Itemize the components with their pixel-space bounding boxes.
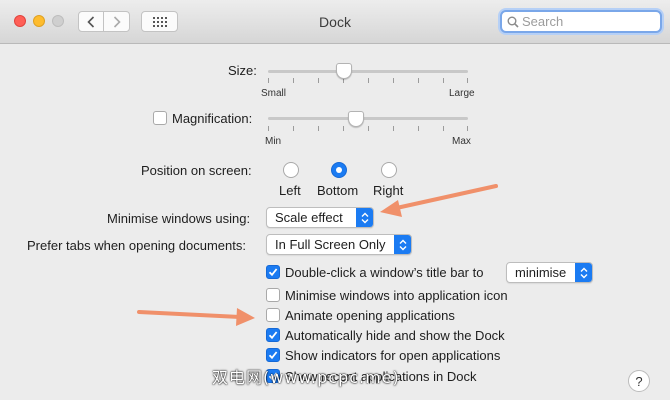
- search-input[interactable]: [522, 14, 652, 29]
- size-slider-track[interactable]: [268, 70, 468, 73]
- animate-opening-apps-label: Animate opening applications: [285, 308, 455, 323]
- position-right-radio[interactable]: [381, 162, 397, 178]
- minimise-into-app-icon-checkbox[interactable]: [266, 288, 280, 302]
- annotation-arrow-icon: [380, 184, 498, 217]
- search-icon: [507, 16, 519, 28]
- popup-arrows-icon: [356, 208, 373, 227]
- size-slider-ticks: [268, 78, 468, 83]
- minimise-using-label: Minimise windows using:: [107, 211, 251, 226]
- magnification-slider-track[interactable]: [268, 117, 468, 120]
- checkmark-icon: [268, 331, 278, 340]
- magnification-slider-thumb[interactable]: [348, 111, 364, 127]
- double-click-title-bar-checkbox[interactable]: [266, 265, 280, 279]
- prefer-tabs-popup[interactable]: In Full Screen Only: [266, 234, 412, 255]
- size-label: Size:: [228, 63, 257, 78]
- position-left-radio[interactable]: [283, 162, 299, 178]
- show-indicators-checkbox[interactable]: [266, 348, 280, 362]
- double-click-title-bar-label: Double-click a window’s title bar to: [285, 265, 484, 280]
- popup-arrows-icon: [575, 263, 592, 282]
- size-max-label: Large: [449, 88, 475, 99]
- prefer-tabs-value: In Full Screen Only: [275, 237, 386, 252]
- checkmark-icon: [268, 268, 278, 277]
- annotation-arrow-icon: [137, 308, 255, 326]
- show-indicators-label: Show indicators for open applications: [285, 348, 501, 363]
- magnification-max-label: Max: [452, 136, 471, 147]
- double-click-action-popup[interactable]: minimise: [506, 262, 593, 283]
- minimise-into-app-icon-label: Minimise windows into application icon: [285, 288, 508, 303]
- magnification-slider-ticks: [268, 126, 468, 131]
- size-slider-thumb[interactable]: [336, 63, 352, 79]
- search-field[interactable]: [500, 10, 662, 33]
- position-bottom-label: Bottom: [317, 183, 359, 198]
- checkmark-icon: [268, 351, 278, 360]
- animate-opening-apps-checkbox[interactable]: [266, 308, 280, 322]
- magnification-label: Magnification:: [172, 111, 253, 126]
- position-label: Position on screen:: [141, 163, 252, 178]
- prefer-tabs-label: Prefer tabs when opening documents:: [27, 238, 246, 253]
- help-button[interactable]: ?: [628, 370, 650, 392]
- minimise-effect-popup[interactable]: Scale effect: [266, 207, 374, 228]
- magnification-min-label: Min: [265, 136, 282, 147]
- title-bar: Dock: [0, 0, 670, 44]
- position-left-label: Left: [279, 183, 301, 198]
- position-bottom-radio[interactable]: [331, 162, 347, 178]
- size-min-label: Small: [261, 88, 287, 99]
- popup-arrows-icon: [394, 235, 411, 254]
- auto-hide-dock-label: Automatically hide and show the Dock: [285, 328, 505, 343]
- minimise-effect-value: Scale effect: [275, 210, 343, 225]
- double-click-action-value: minimise: [515, 265, 567, 280]
- magnification-checkbox[interactable]: [153, 111, 167, 125]
- auto-hide-dock-checkbox[interactable]: [266, 328, 280, 342]
- watermark: 双电网(www.pcpc.me): [212, 368, 400, 387]
